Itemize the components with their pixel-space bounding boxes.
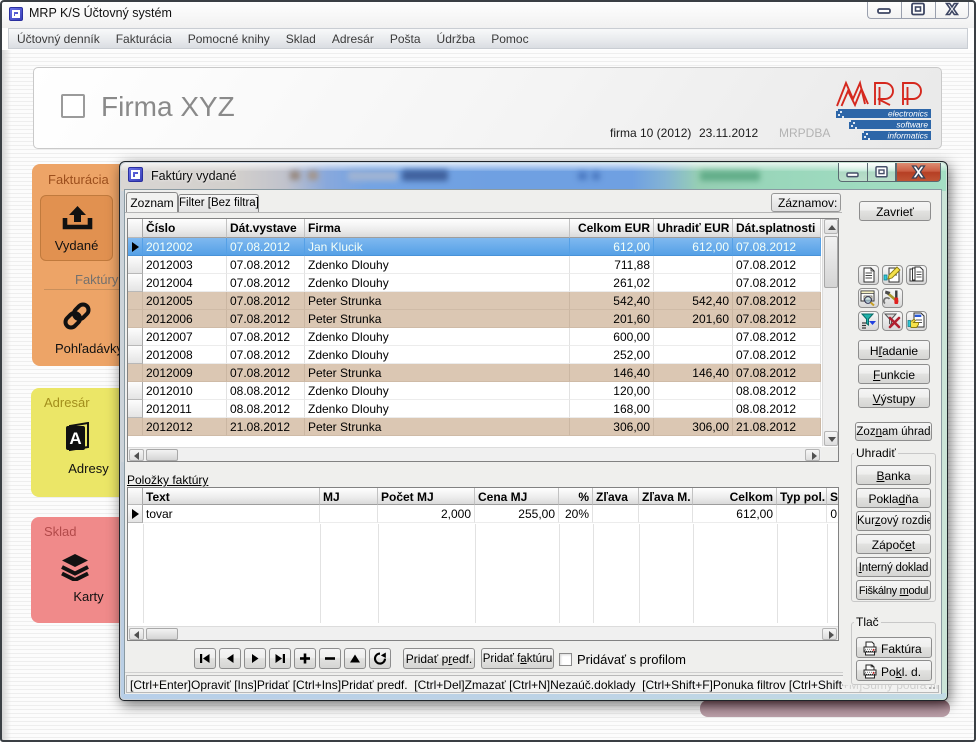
svg-text:electronics: electronics [888, 108, 929, 118]
svg-text:A: A [69, 429, 81, 448]
svg-text:software: software [896, 119, 928, 129]
svg-text:informatics: informatics [888, 130, 929, 140]
